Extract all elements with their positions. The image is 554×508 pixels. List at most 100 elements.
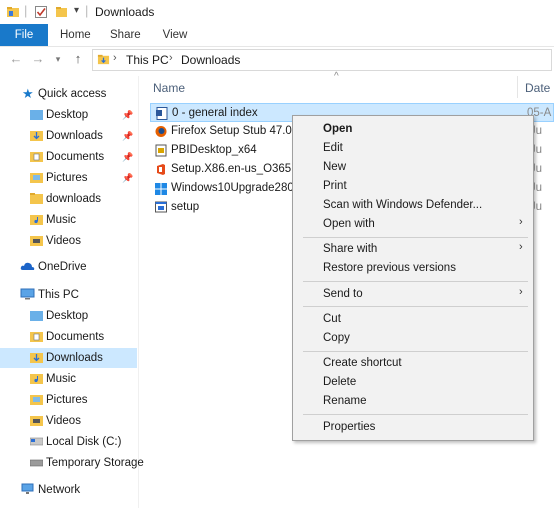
documents-folder-icon (30, 152, 43, 162)
nav-label: Videos (46, 235, 81, 247)
computer-icon (20, 288, 35, 300)
breadcrumb-separator-icon[interactable]: › (113, 52, 117, 64)
menu-item-delete[interactable]: Delete (323, 373, 356, 392)
menu-separator (303, 414, 528, 415)
nav-label: Documents (46, 331, 105, 343)
nav-pc-desktop[interactable]: Desktop (0, 306, 138, 326)
file-name: setup (171, 201, 200, 213)
nav-pc-downloads[interactable]: Downloads (0, 348, 137, 368)
menu-item-edit[interactable]: Edit (323, 139, 343, 158)
music-folder-icon (30, 215, 43, 225)
cloud-icon (20, 262, 35, 270)
downloads-folder-icon (30, 353, 43, 363)
folder-icon (30, 110, 43, 120)
folder-icon (30, 193, 43, 204)
nav-quick-desktop[interactable]: Desktop 📌 (0, 105, 138, 125)
breadcrumb-downloads[interactable]: Downloads (181, 53, 240, 67)
menu-item-cut[interactable]: Cut (323, 310, 341, 329)
music-folder-icon (30, 374, 43, 384)
column-name[interactable]: Name (153, 81, 185, 95)
nav-label: Music (46, 373, 77, 385)
word-document-icon (156, 107, 168, 120)
nav-quick-pictures[interactable]: Pictures 📌 (0, 168, 138, 188)
drive-icon (30, 437, 43, 446)
new-folder-icon[interactable] (55, 5, 69, 19)
nav-quick-downloads[interactable]: Downloads 📌 (0, 126, 138, 146)
recent-locations-icon[interactable]: ▾ (50, 51, 66, 67)
nav-onedrive[interactable]: OneDrive (0, 257, 138, 277)
menu-item-rename[interactable]: Rename (323, 392, 366, 411)
up-arrow-icon[interactable]: ↑ (70, 51, 86, 67)
pin-icon[interactable]: 📌 (122, 168, 133, 188)
nav-this-pc[interactable]: This PC (0, 285, 138, 305)
office-icon (157, 164, 165, 175)
downloads-folder-icon (30, 131, 43, 141)
nav-label: Downloads (46, 130, 103, 142)
nav-pc-music[interactable]: Music (0, 369, 138, 389)
nav-local-disk[interactable]: Local Disk (C:) (0, 432, 138, 452)
menu-item-scan-defender[interactable]: Scan with Windows Defender... (323, 196, 482, 215)
back-arrow-icon[interactable]: ← (8, 51, 24, 67)
tab-share[interactable]: Share (110, 24, 141, 46)
file-name: Firefox Setup Stub 47.0.1 (171, 125, 302, 137)
file-name: Windows10Upgrade28084 (171, 182, 307, 194)
qa-dropdown-icon[interactable]: ▾ (74, 5, 79, 16)
properties-check-icon[interactable] (34, 5, 48, 19)
tab-file[interactable]: File (0, 24, 48, 46)
nav-pc-videos[interactable]: Videos (0, 411, 138, 431)
menu-separator (303, 237, 528, 238)
menu-item-print[interactable]: Print (323, 177, 347, 196)
menu-item-restore-versions[interactable]: Restore previous versions (323, 259, 456, 278)
submenu-arrow-icon: › (519, 216, 523, 228)
nav-quick-documents[interactable]: Documents 📌 (0, 147, 138, 167)
tab-home[interactable]: Home (60, 24, 91, 46)
nav-quick-downloads-lower[interactable]: downloads (0, 189, 138, 209)
breadcrumb-this-pc[interactable]: This PC (126, 53, 169, 67)
nav-quick-videos[interactable]: Videos (0, 231, 138, 251)
pin-icon[interactable]: 📌 (122, 105, 133, 125)
column-date[interactable]: Date (525, 81, 550, 95)
nav-pc-documents[interactable]: Documents (0, 327, 138, 347)
nav-temporary-storage[interactable]: Temporary Storage (0, 453, 144, 473)
folder-icon (97, 54, 110, 65)
nav-label: Network (38, 484, 81, 496)
pictures-folder-icon (30, 395, 43, 405)
firefox-icon (155, 126, 167, 137)
menu-separator (303, 306, 528, 307)
menu-item-share-with[interactable]: Share with (323, 240, 377, 259)
nav-pc-pictures[interactable]: Pictures (0, 390, 138, 410)
tab-view[interactable]: View (162, 24, 188, 46)
nav-label: Downloads (46, 352, 103, 364)
nav-label: downloads (46, 193, 101, 205)
nav-label: Pictures (46, 394, 88, 406)
nav-label: OneDrive (38, 261, 87, 273)
menu-item-open-with[interactable]: Open with (323, 215, 375, 234)
drive-icon (30, 459, 43, 467)
file-name: 0 - general index (172, 107, 258, 119)
nav-label: Temporary Storage (46, 457, 144, 469)
menu-item-new[interactable]: New (323, 158, 346, 177)
menu-item-create-shortcut[interactable]: Create shortcut (323, 354, 402, 373)
menu-item-properties[interactable]: Properties (323, 418, 375, 437)
menu-item-send-to[interactable]: Send to (323, 285, 363, 304)
menu-separator (303, 351, 528, 352)
windows-logo-icon (155, 183, 167, 195)
breadcrumb-separator-icon[interactable]: › (169, 52, 173, 64)
installer-package-icon (155, 144, 167, 157)
nav-label: Pictures (46, 172, 88, 184)
nav-network[interactable]: Network (0, 480, 138, 500)
videos-folder-icon (30, 416, 43, 426)
pictures-folder-icon (30, 173, 43, 183)
nav-label: Documents (46, 151, 105, 163)
nav-quick-access[interactable]: ★ Quick access (0, 84, 138, 104)
address-bar[interactable]: › This PC › Downloads (92, 49, 552, 71)
pin-icon[interactable]: 📌 (122, 126, 133, 146)
column-divider[interactable] (517, 76, 518, 98)
menu-item-open[interactable]: Open (323, 120, 352, 139)
forward-arrow-icon[interactable]: → (30, 51, 46, 67)
videos-folder-icon (30, 236, 43, 246)
divider-icon: | (85, 3, 89, 18)
menu-item-copy[interactable]: Copy (323, 329, 350, 348)
nav-quick-music[interactable]: Music (0, 210, 138, 230)
pin-icon[interactable]: 📌 (122, 147, 133, 167)
